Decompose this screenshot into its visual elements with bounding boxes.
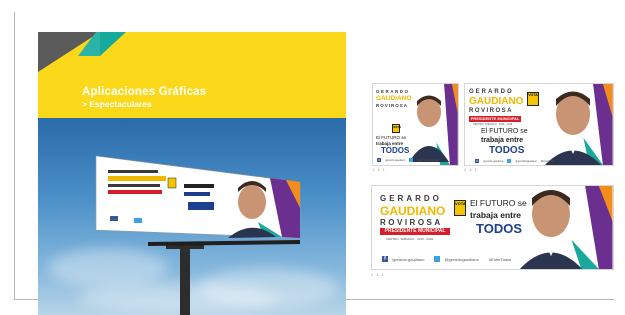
social-row: f /gerardo.gaudiano @gerardogaudiano #En… (475, 159, 555, 163)
role-bar: PRESIDENTE MUNICIPAL (380, 228, 450, 235)
slogan-line-1: El FUTURO se (376, 135, 407, 140)
cover-panel: Aplicaciones Gráficas > Espectaculares (38, 32, 346, 315)
social-row: f /gerardo.gaudiano @gerardogaudiano (377, 158, 439, 162)
facebook-icon: f (382, 256, 388, 262)
last-name-1: GAUDIANO (380, 204, 446, 218)
twitter-handle: @gerardogaudiano (515, 159, 537, 163)
last-name-1: GAUDIANO (469, 96, 524, 107)
billboard-mockup-small-2: GERARDO GAUDIANO ROVIROSA PRESIDENTE MUN… (464, 83, 614, 166)
candidate-photo (545, 91, 601, 165)
slogan-todos: TODOS (476, 221, 522, 236)
candidate-photo (519, 190, 583, 269)
last-name-2: ROVIROSA (376, 103, 409, 108)
vote-box: VOTA (527, 92, 539, 106)
facebook-icon: f (377, 158, 381, 162)
first-name: GERARDO (380, 194, 442, 203)
last-name-2: ROVIROSA (469, 108, 514, 114)
hashtag: #EntreTodos (540, 159, 555, 163)
twitter-handle: @gerardogaudiano (417, 158, 439, 162)
twitter-icon (409, 158, 414, 162)
facebook-handle: /gerardo.gaudiano (483, 159, 504, 163)
location-text: CENTRO, TABASCO · 2015 - 2018 (473, 123, 513, 126)
last-name-1: GAUDIANO (376, 95, 412, 102)
vote-box: VOTA (454, 200, 466, 216)
caption-small-1: 1 4 1 (372, 167, 386, 172)
billboard-mockup-large: GERARDO GAUDIANO ROVIROSA PRESIDENTE MUN… (371, 185, 614, 270)
billboard-mockup-small-1: GERARDO GAUDIANO ROVIROSA VOTA El FUTURO… (372, 83, 459, 166)
slogan-line-2: trabaja entre (481, 137, 524, 144)
twitter-icon (434, 256, 441, 262)
facebook-handle: /gerardo.gaudiano (392, 256, 425, 262)
twitter-handle: @gerardogaudiano (444, 256, 479, 262)
caption-large: 2 4 1 (371, 272, 385, 277)
role-bar: PRESIDENTE MUNICIPAL (469, 116, 521, 122)
slogan-todos: TODOS (381, 146, 410, 155)
candidate-photo (409, 95, 449, 162)
first-name: GERARDO (376, 89, 410, 94)
last-name-2: ROVIROSA (380, 218, 443, 227)
twitter-icon (507, 159, 512, 163)
hashtag: #EntreTodos (488, 256, 512, 262)
social-row: f /gerardo.gaudiano @gerardogaudiano #En… (382, 256, 511, 262)
caption-small-2: 2 4 1 (464, 167, 478, 172)
slogan-line-1: El FUTURO se (470, 198, 527, 208)
location-text: CENTRO, TABASCO · 2015 - 2018 (386, 237, 434, 241)
slogan-line-1: El FUTURO se (481, 128, 528, 135)
first-name: GERARDO (469, 89, 514, 95)
billboard-structure (95, 155, 301, 315)
facebook-icon: f (475, 159, 479, 163)
slogan-line-2: trabaja entre (470, 210, 522, 220)
slogan-todos: TODOS (489, 145, 525, 156)
vote-box: VOTA (392, 124, 401, 133)
facebook-handle: /gerardo.gaudiano (385, 158, 406, 162)
